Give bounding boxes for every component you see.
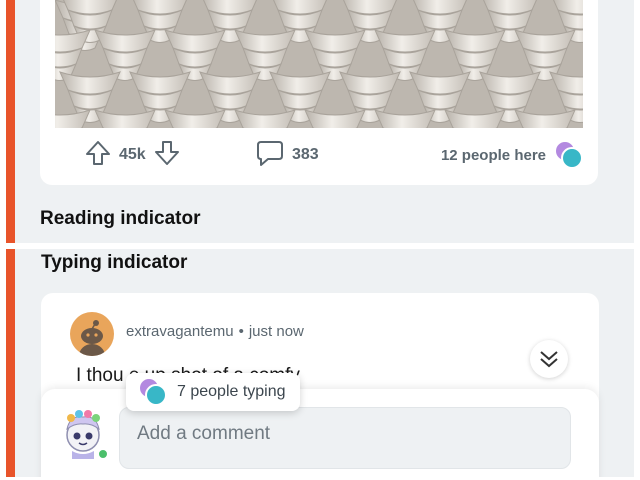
section-title-reading: Reading indicator [40, 208, 201, 229]
post-actions: 45k 383 12 people here [40, 130, 598, 180]
snoo-icon [79, 320, 105, 356]
presence-avatars [552, 139, 584, 171]
comment-username[interactable]: extravagantemu [126, 323, 234, 340]
comment-timestamp: just now [248, 323, 304, 340]
comments-button[interactable]: 383 [256, 130, 327, 180]
avatar [145, 384, 167, 406]
post-image[interactable] [55, 0, 583, 128]
typing-indicator-pill: 7 people typing [126, 373, 300, 411]
expand-button[interactable] [530, 340, 568, 378]
accent-bar [6, 0, 15, 243]
comment-card: extravagantemu•just now I thou e up shot… [41, 293, 599, 477]
comment-composer: Add a comment [41, 389, 599, 477]
online-status-dot [97, 448, 109, 460]
typing-status-label: 7 people typing [177, 383, 286, 400]
meta-separator: • [238, 323, 244, 340]
post-card: 45k 383 12 people here [40, 0, 598, 185]
vote-bar: 45k [85, 130, 180, 180]
accent-bar [6, 249, 15, 477]
downvote-icon[interactable] [154, 140, 180, 171]
comment-input-placeholder: Add a comment [137, 423, 271, 444]
avatar [561, 147, 583, 169]
upvote-count: 45k [119, 146, 146, 163]
page: 45k 383 12 people here Reading indicator… [0, 0, 640, 480]
typing-indicator-panel: Typing indicator extravagantemu • just now… [6, 249, 634, 477]
comment-count: 383 [292, 146, 319, 163]
comment-bubble-icon [256, 139, 284, 172]
double-chevron-down-icon [540, 351, 558, 368]
reading-indicator-panel: 45k 383 12 people here Reading indicator [6, 0, 634, 243]
upvote-icon[interactable] [85, 140, 111, 171]
reading-presence: 12 people here [441, 130, 584, 180]
ceramic-tiles-image [55, 0, 583, 128]
section-title-typing: Typing indicator [41, 252, 188, 273]
typing-avatars [136, 376, 168, 408]
commenter-avatar[interactable] [70, 312, 114, 356]
comment-meta: extravagantemu • just now [126, 323, 304, 340]
presence-label: 12 people here [440, 146, 546, 164]
comment-input[interactable]: Add a comment [119, 407, 571, 469]
